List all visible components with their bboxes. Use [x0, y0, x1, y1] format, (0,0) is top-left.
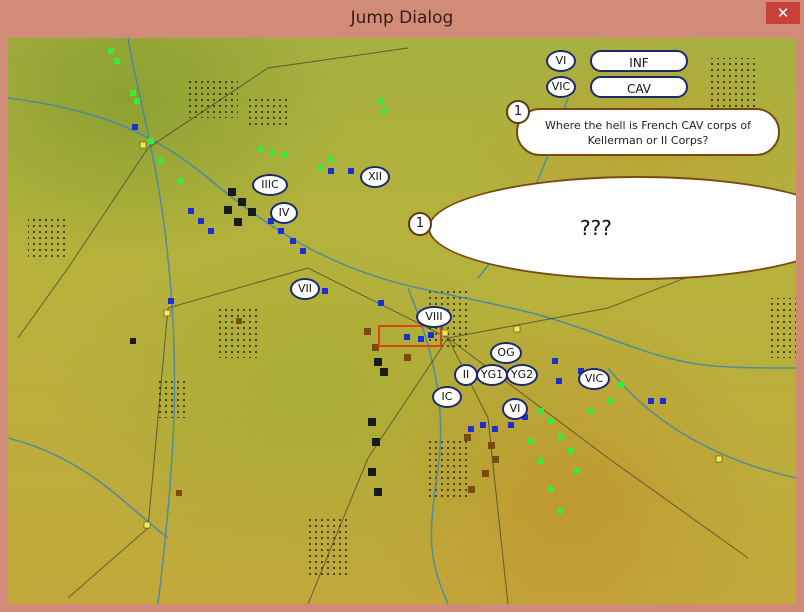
corps-label-vi[interactable]: VI: [502, 398, 528, 420]
answer-text: ???: [580, 216, 612, 240]
question-line-2: Kellerman or II Corps?: [587, 134, 709, 147]
question-line-1: Where the hell is French CAV corps of: [544, 119, 752, 132]
corps-label-ic[interactable]: IC: [432, 386, 462, 408]
corps-label-yg1[interactable]: YG1: [476, 364, 508, 386]
window-title: Jump Dialog: [350, 8, 454, 28]
unit-tag-vi[interactable]: VI: [546, 50, 576, 72]
corps-label-og[interactable]: OG: [490, 342, 522, 364]
strategic-map[interactable]: VI INF VIC CAV IIIC IV XII VII VIII OG I…: [8, 38, 796, 604]
unit-tag-vic[interactable]: VIC: [546, 76, 576, 98]
title-bar: Jump Dialog ✕: [0, 0, 804, 38]
corps-label-vic[interactable]: VIC: [578, 368, 610, 390]
corps-label-viii[interactable]: VIII: [416, 306, 452, 328]
inf-button[interactable]: INF: [590, 50, 688, 72]
black-units: [130, 188, 388, 496]
question-bubble: Where the hell is French CAV corps of Ke…: [516, 108, 780, 156]
cav-button[interactable]: CAV: [590, 76, 688, 98]
question-badge: 1: [506, 100, 530, 124]
selection-box: [378, 325, 442, 347]
corps-label-iiic[interactable]: IIIC: [252, 174, 288, 196]
corps-label-iv[interactable]: IV: [270, 202, 298, 224]
corps-label-ii[interactable]: II: [454, 364, 478, 386]
corps-label-vii[interactable]: VII: [290, 278, 320, 300]
corps-label-yg2[interactable]: YG2: [506, 364, 538, 386]
corps-label-xii[interactable]: XII: [360, 166, 390, 188]
answer-badge: 1: [408, 212, 432, 236]
close-button[interactable]: ✕: [766, 2, 800, 24]
